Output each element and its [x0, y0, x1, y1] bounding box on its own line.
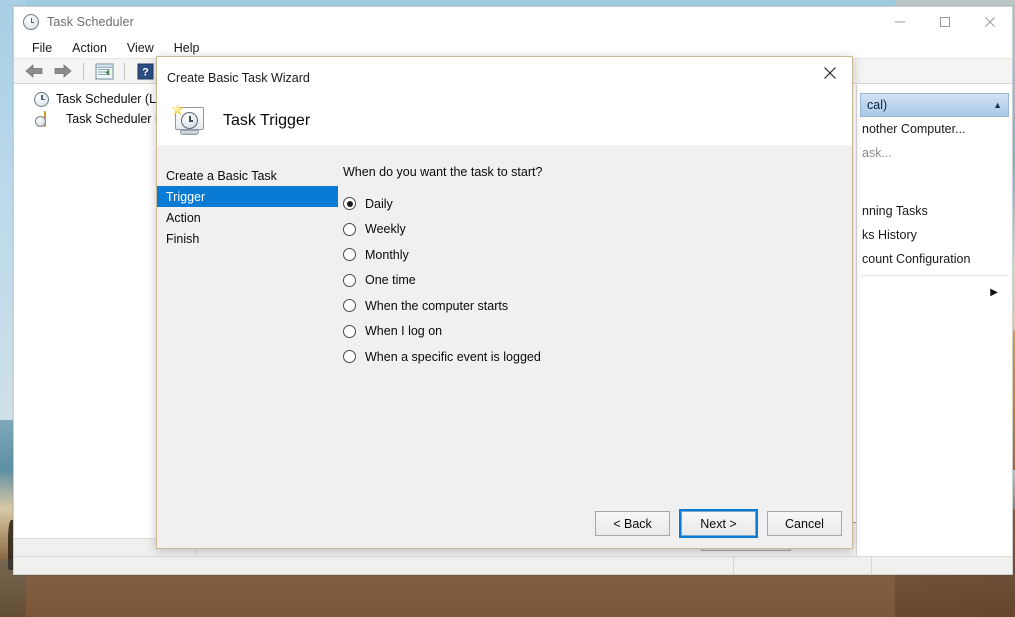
menu-item-action[interactable]: Action [64, 39, 117, 57]
close-icon[interactable] [967, 7, 1012, 37]
action-item-create-basic-task[interactable]: ask... [857, 141, 1012, 165]
statusbar-pane-3 [872, 557, 1012, 575]
radio-option-weekly[interactable]: Weekly [343, 217, 852, 242]
menubar: File Action View Help [14, 37, 1012, 58]
radio-button-when-the-computer-starts[interactable] [343, 299, 356, 312]
maximize-icon[interactable] [922, 7, 967, 37]
window-controls [877, 7, 1012, 37]
clock-icon [23, 14, 39, 30]
radio-label-when-i-log-on: When I log on [365, 324, 443, 338]
radio-option-monthly[interactable]: Monthly [343, 242, 852, 267]
actions-pane-header[interactable]: cal) ▲ [860, 93, 1009, 117]
radio-button-monthly[interactable] [343, 248, 356, 261]
statusbar-pane-2 [734, 556, 872, 575]
radio-button-one-time[interactable] [343, 273, 356, 287]
wizard-main-panel: When do you want the task to start? Dail… [338, 146, 852, 499]
back-button[interactable]: < Back [595, 511, 670, 536]
statusbar-pane-main [14, 556, 734, 575]
wizard-footer: < Back Next > Cancel [157, 499, 852, 548]
clock-icon [34, 91, 51, 107]
wizard-step-trigger[interactable]: Trigger [157, 186, 338, 207]
menu-item-help[interactable]: Help [166, 39, 210, 57]
wizard-step-finish[interactable]: Finish [157, 228, 338, 249]
radio-button-weekly[interactable] [343, 222, 356, 236]
action-item-enable-all-tasks-history[interactable]: ks History [857, 223, 1012, 247]
actions-pane-header-label: cal) [867, 98, 888, 112]
help-icon[interactable]: ? [134, 62, 156, 81]
radio-option-one-time[interactable]: One time [343, 268, 852, 293]
radio-label-when-the-computer-starts: When the computer starts [365, 298, 509, 313]
collapse-up-icon[interactable]: ▲ [993, 100, 1002, 110]
menu-item-view[interactable]: View [119, 39, 164, 57]
radio-button-when-i-log-on[interactable] [343, 324, 356, 338]
task-trigger-icon [171, 103, 207, 138]
svg-text:?: ? [142, 66, 149, 78]
forward-arrow-icon[interactable] [50, 61, 74, 81]
trigger-question-label: When do you want the task to start? [343, 165, 543, 179]
folder-clock-icon [44, 110, 61, 127]
wizard-body: Create a Basic Task Trigger Action Finis… [157, 146, 852, 499]
wizard-step-action[interactable]: Action [157, 207, 338, 228]
radio-label-when-a-specific-event-is-logged: When a specific event is logged [365, 349, 541, 364]
minimize-icon[interactable] [877, 7, 922, 37]
radio-label-daily: Daily [365, 196, 393, 211]
action-item-display-all-running-tasks[interactable]: nning Tasks [857, 199, 1012, 223]
window-titlebar: Task Scheduler [14, 7, 1012, 37]
wizard-titlebar: Create Basic Task Wizard [157, 57, 852, 97]
radio-label-weekly: Weekly [365, 222, 406, 236]
radio-label-one-time: One time [365, 273, 416, 287]
actions-spacer [857, 165, 1012, 199]
toolbar-separator [83, 62, 84, 80]
menu-item-file[interactable]: File [24, 39, 62, 57]
radio-option-daily[interactable]: Daily [343, 191, 852, 216]
radio-button-daily[interactable] [343, 197, 356, 210]
actions-pane: cal) ▲ nother Computer... ask... nning T… [857, 85, 1012, 556]
wizard-step-list: Create a Basic Task Trigger Action Finis… [157, 146, 338, 499]
radio-label-monthly: Monthly [365, 247, 409, 262]
toolbar-separator-2 [124, 62, 125, 80]
show-console-tree-icon[interactable] [93, 62, 115, 81]
close-icon[interactable] [808, 57, 852, 89]
create-basic-task-wizard-dialog: Create Basic Task Wizard Task Trigger Cr… [156, 56, 853, 549]
chevron-right-icon[interactable]: ▶ [857, 280, 1012, 304]
radio-button-when-a-specific-event-is-logged[interactable] [343, 350, 356, 363]
wizard-step-create-a-basic-task[interactable]: Create a Basic Task [157, 165, 338, 186]
radio-option-when-i-log-on[interactable]: When I log on [343, 319, 852, 344]
action-item-account-configuration[interactable]: count Configuration [857, 247, 1012, 271]
action-item-connect-another-computer[interactable]: nother Computer... [857, 117, 1012, 141]
wizard-header: Task Trigger [157, 97, 852, 145]
next-button[interactable]: Next > [679, 509, 758, 538]
window-title: Task Scheduler [47, 15, 134, 29]
radio-option-when-the-computer-starts[interactable]: When the computer starts [343, 293, 852, 318]
back-arrow-icon[interactable] [22, 61, 46, 81]
wizard-header-title: Task Trigger [223, 112, 311, 129]
wizard-title: Create Basic Task Wizard [167, 71, 310, 85]
cancel-button[interactable]: Cancel [767, 511, 842, 536]
window-statusbar [14, 556, 1012, 575]
actions-separator [861, 275, 1008, 276]
radio-option-when-a-specific-event-is-logged[interactable]: When a specific event is logged [343, 344, 852, 369]
